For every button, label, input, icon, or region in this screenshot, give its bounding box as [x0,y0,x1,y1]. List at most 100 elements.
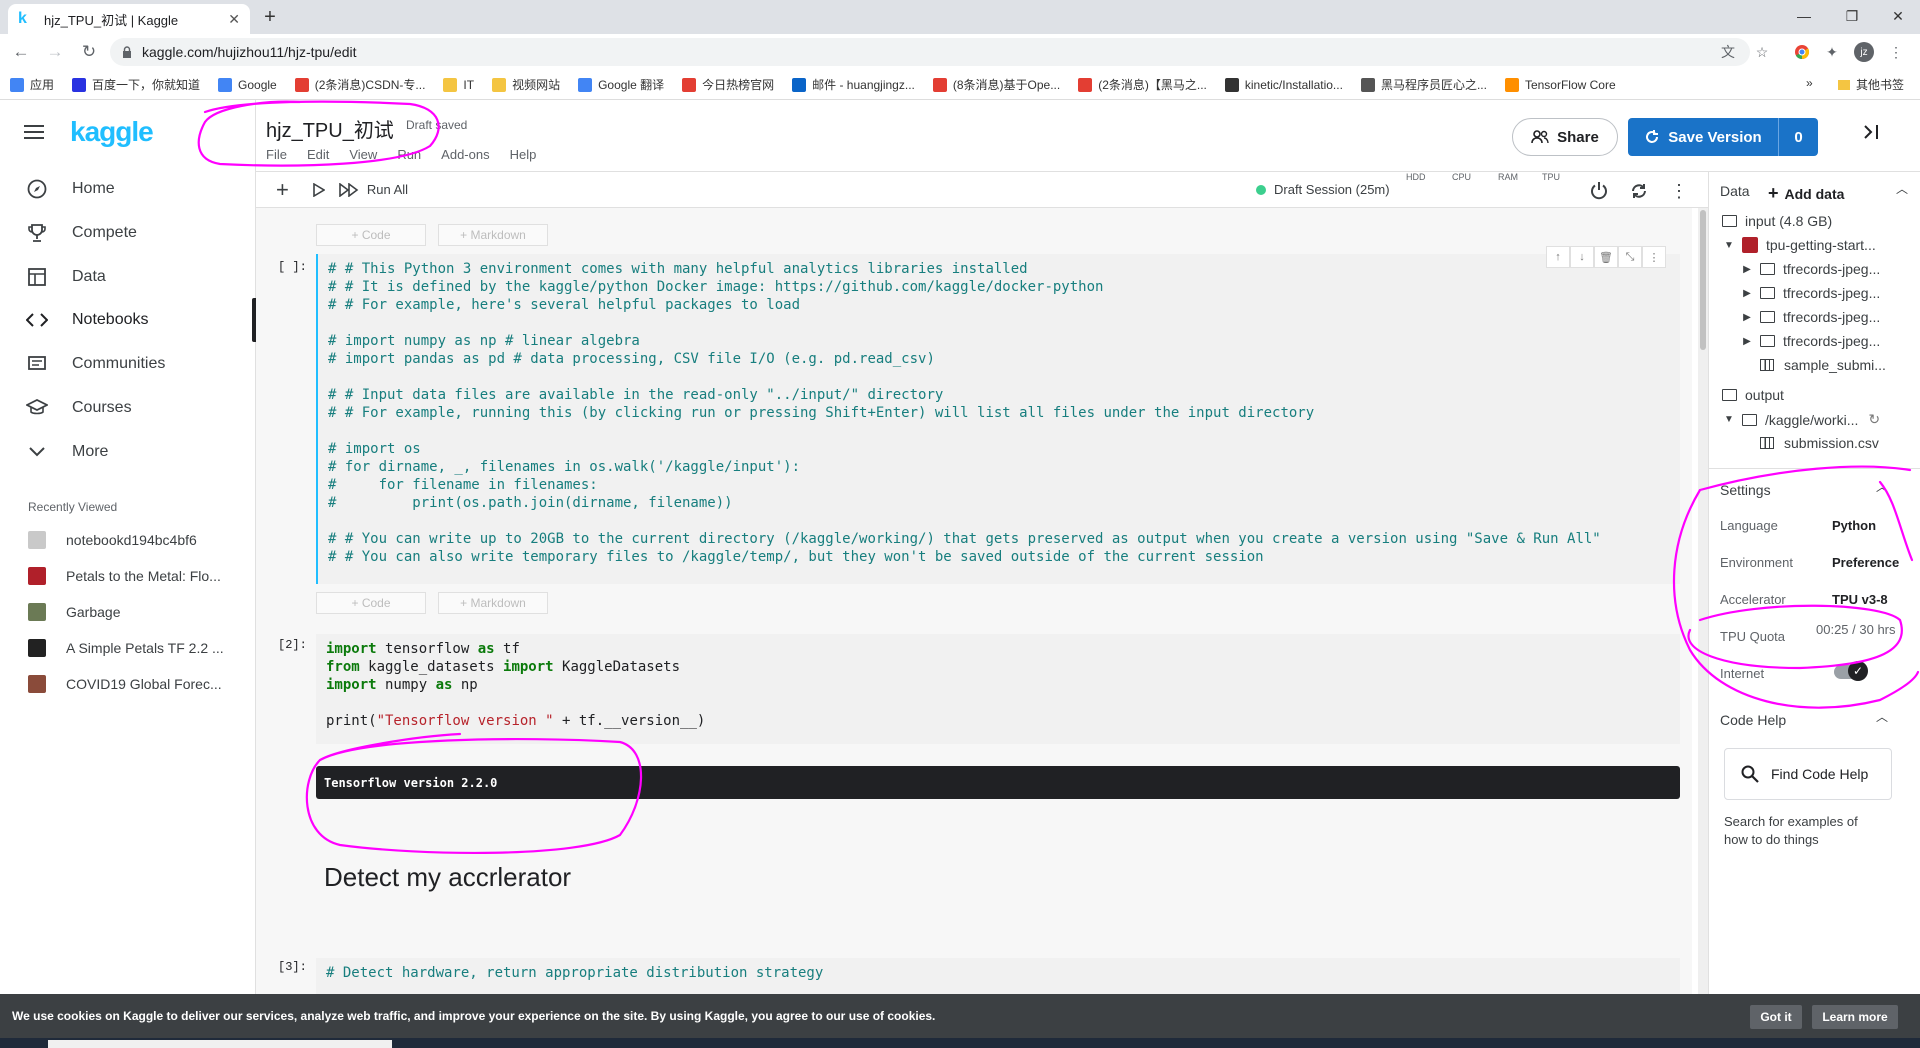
bookmark-item[interactable]: kinetic/Installatio... [1224,77,1343,92]
cell-more-icon[interactable]: ⋮ [1642,246,1666,268]
code-editor[interactable]: # # This Python 3 environment comes with… [318,254,1680,572]
nav-home[interactable]: Home [0,167,256,211]
nav-data[interactable]: Data [0,255,256,299]
file-item[interactable]: submission.csv [1760,435,1879,451]
browser-tab[interactable]: k hjz_TPU_初试 | Kaggle ✕ [8,4,250,34]
bookmark-item[interactable]: IT [443,77,474,92]
chevron-up-icon[interactable]: ︿ [1896,180,1908,197]
minimize-icon[interactable]: — [1784,4,1824,28]
meter-hdd[interactable]: HDD [1406,172,1426,183]
add-cell-icon[interactable]: + [276,177,289,203]
file-item[interactable]: sample_submi... [1760,357,1886,373]
dataset-subfolder[interactable]: ▶ tfrecords-jpeg... [1740,261,1880,277]
working-folder[interactable]: ▼ /kaggle/worki... ↻ [1722,411,1880,428]
back-icon[interactable]: ← [8,39,34,65]
share-button[interactable]: Share [1512,118,1618,156]
menu-view[interactable]: View [349,147,377,162]
close-tab-icon[interactable]: ✕ [228,11,240,28]
menu-addons[interactable]: Add-ons [441,147,489,162]
meter-ram[interactable]: RAM [1498,172,1518,183]
add-code-button[interactable]: + Code [316,224,426,246]
find-code-help-button[interactable]: Find Code Help [1724,748,1892,800]
dataset-subfolder[interactable]: ▶ tfrecords-jpeg... [1740,333,1880,349]
menu-help[interactable]: Help [510,147,537,162]
chrome-extension-icon[interactable] [1792,42,1812,62]
setting-value[interactable]: Python [1832,518,1876,533]
code-editor[interactable]: import tensorflow as tf from kaggle_data… [316,634,1680,736]
bookmark-item[interactable]: 百度一下，你就知道 [72,76,200,93]
code-cell-1[interactable]: # # This Python 3 environment comes with… [316,254,1680,584]
other-bookmarks[interactable]: 其他书签 [1838,76,1904,93]
code-cell-3[interactable]: # Detect hardware, return appropriate di… [316,958,1680,994]
nav-notebooks[interactable]: Notebooks [0,298,256,342]
learn-more-button[interactable]: Learn more [1812,1005,1898,1029]
forward-icon[interactable]: → [42,39,68,65]
restore-icon[interactable]: ❐ [1832,4,1872,28]
markdown-heading[interactable]: Detect my accrlerator [324,862,571,893]
more-options-icon[interactable]: ⋮ [1668,180,1690,202]
menu-edit[interactable]: Edit [307,147,329,162]
move-up-icon[interactable]: ↑ [1546,246,1570,268]
run-all-button[interactable]: Run All [339,182,408,197]
translate-icon[interactable]: 文 [1718,42,1738,62]
bookmark-item[interactable]: Google 翻译 [578,76,664,93]
star-icon[interactable]: ☆ [1752,42,1772,62]
add-code-button[interactable]: + Code [316,592,426,614]
got-it-button[interactable]: Got it [1750,1005,1802,1029]
recent-item[interactable]: notebookd194bc4bf6 [28,526,248,554]
session-status[interactable]: Draft Session (25m) [1256,182,1390,197]
code-help-heading[interactable]: Code Help [1720,712,1786,728]
meter-tpu[interactable]: TPU [1542,172,1560,183]
bookmark-item[interactable]: (8条消息)基于Ope... [932,76,1060,93]
setting-value[interactable]: Preference [1832,555,1899,570]
nav-communities[interactable]: Communities [0,342,256,386]
restart-icon[interactable] [1628,180,1650,202]
bookmark-item[interactable]: 黑马程序员匠心之... [1360,76,1487,93]
bookmark-item[interactable]: TensorFlow Core [1504,77,1616,92]
dataset-item[interactable]: ▼ tpu-getting-start... [1722,237,1876,253]
bookmark-item[interactable]: Google [218,77,277,92]
bookmark-item[interactable]: 应用 [10,76,54,93]
collapse-cell-icon[interactable]: ⤡ [1618,246,1642,268]
bookmark-item[interactable]: 邮件 - huangjingz... [792,76,915,93]
recent-item[interactable]: Petals to the Metal: Flo... [28,562,248,590]
save-version-button[interactable]: Save Version 0 [1628,118,1818,156]
url-bar[interactable]: kaggle.com/hujizhou11/hjz-tpu/edit [110,38,1750,66]
nav-courses[interactable]: Courses [0,386,256,430]
version-count[interactable]: 0 [1778,118,1818,156]
input-folder[interactable]: input (4.8 GB) [1722,213,1832,229]
hamburger-menu-icon[interactable] [24,124,44,140]
puzzle-icon[interactable]: ✦ [1822,42,1842,62]
bookmark-item[interactable]: 视频网站 [492,76,560,93]
menu-run[interactable]: Run [397,147,421,162]
recent-item[interactable]: A Simple Petals TF 2.2 ... [28,634,248,662]
power-icon[interactable] [1588,180,1610,202]
kaggle-logo[interactable]: kaggle [70,116,154,148]
bookmark-item[interactable]: (2条消息)【黑马之... [1078,76,1207,93]
more-vert-icon[interactable]: ⋮ [1886,42,1906,62]
setting-value[interactable]: 00:25 / 30 hrs [1816,621,1896,639]
dataset-subfolder[interactable]: ▶ tfrecords-jpeg... [1740,285,1880,301]
refresh-icon[interactable]: ↻ [1868,411,1880,428]
menu-file[interactable]: File [266,147,287,162]
bookmarks-overflow-icon[interactable]: » [1806,76,1813,90]
close-window-icon[interactable]: ✕ [1878,4,1918,28]
meter-cpu[interactable]: CPU [1452,172,1471,183]
settings-heading[interactable]: Settings [1720,482,1771,498]
recent-item[interactable]: COVID19 Global Forec... [28,670,248,698]
bookmark-item[interactable]: (2条消息)CSDN-专... [294,76,425,93]
data-tab[interactable]: Data [1720,183,1750,199]
bookmark-item[interactable]: 今日热榜官网 [682,76,774,93]
profile-avatar[interactable]: jz [1854,42,1874,62]
add-markdown-button[interactable]: + Markdown [438,224,548,246]
add-data-button[interactable]: + Add data [1768,183,1844,204]
reload-icon[interactable]: ↻ [76,39,102,65]
cells-scrollbar[interactable] [1698,208,1708,994]
dataset-subfolder[interactable]: ▶ tfrecords-jpeg... [1740,309,1880,325]
code-cell-2[interactable]: import tensorflow as tf from kaggle_data… [316,634,1680,744]
add-markdown-button[interactable]: + Markdown [438,592,548,614]
chevron-up-icon[interactable]: ︿ [1876,708,1888,725]
code-editor[interactable]: # Detect hardware, return appropriate di… [316,958,1680,988]
collapse-panel-icon[interactable] [1862,124,1880,140]
output-folder[interactable]: output [1722,387,1784,403]
